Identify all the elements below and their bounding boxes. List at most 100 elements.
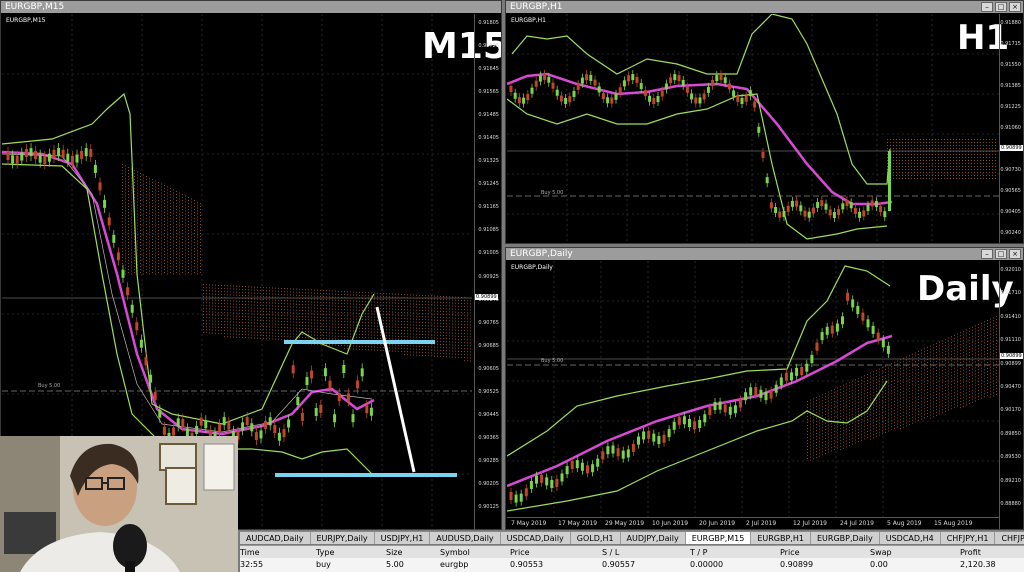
ichimoku-cloud-dot xyxy=(194,251,195,252)
ichimoku-cloud-dot xyxy=(359,333,360,335)
ichimoku-cloud-dot xyxy=(185,213,186,215)
ichimoku-cloud-dot xyxy=(188,266,189,267)
ichimoku-cloud-dot xyxy=(921,349,922,351)
ichimoku-cloud-dot xyxy=(149,192,150,194)
ichimoku-cloud-dot xyxy=(182,233,183,234)
ichimoku-cloud-dot xyxy=(122,227,123,228)
close-icon[interactable]: × xyxy=(1009,249,1021,259)
ichimoku-cloud-dot xyxy=(236,285,237,287)
ichimoku-cloud-dot xyxy=(332,299,333,301)
ichimoku-cloud-dot xyxy=(930,411,931,413)
ichimoku-cloud-dot xyxy=(389,344,390,346)
ichimoku-cloud-dot xyxy=(152,236,153,237)
ichimoku-cloud-dot xyxy=(185,228,186,230)
ichimoku-cloud-dot xyxy=(893,139,894,140)
ichimoku-cloud-dot xyxy=(200,257,201,258)
window-titlebar[interactable]: EURGBP,Daily – □ × xyxy=(506,248,1023,260)
maximize-icon[interactable]: □ xyxy=(995,249,1007,259)
ichimoku-cloud-dot xyxy=(861,421,862,423)
ichimoku-cloud-dot xyxy=(143,228,144,230)
ichimoku-cloud-dot xyxy=(128,200,129,201)
ichimoku-cloud-dot xyxy=(966,341,967,343)
minimize-icon[interactable]: – xyxy=(981,249,993,259)
candle xyxy=(786,205,790,212)
ichimoku-cloud-dot xyxy=(992,154,993,155)
ichimoku-cloud-dot xyxy=(182,218,183,219)
chart-plot[interactable]: EURGBP,H1 H1 0.91880 0.91715 0.91550 0.9138… xyxy=(507,14,1023,243)
ichimoku-cloud-dot xyxy=(266,317,267,319)
price-tick: 0.91005 xyxy=(478,250,499,257)
ichimoku-cloud-dot xyxy=(221,302,222,304)
ichimoku-cloud-dot xyxy=(431,319,432,321)
ichimoku-cloud-dot xyxy=(365,337,366,339)
close-icon[interactable]: × xyxy=(1009,2,1021,12)
chart-window-h1[interactable]: EURGBP,H1 – □ × EURGBP,H1 H1 0.91880 0.9171… xyxy=(505,0,1024,244)
window-titlebar[interactable]: EURGBP,H1 – □ × xyxy=(506,1,1023,13)
price-tick: 0.90205 xyxy=(478,480,499,487)
chart-window-daily[interactable]: EURGBP,Daily – □ × EURGBP,Daily Daily 0.92… xyxy=(505,247,1024,530)
candle xyxy=(356,380,360,389)
ichimoku-cloud-dot xyxy=(882,412,883,414)
ichimoku-cloud-dot xyxy=(905,163,906,164)
ichimoku-cloud-dot xyxy=(401,344,402,346)
ichimoku-cloud-dot xyxy=(924,384,925,386)
ichimoku-cloud-dot xyxy=(185,207,186,209)
ichimoku-cloud-dot xyxy=(254,325,255,327)
ichimoku-cloud-dot xyxy=(909,379,910,381)
ichimoku-cloud-dot xyxy=(822,454,823,456)
ichimoku-cloud-dot xyxy=(326,290,327,292)
ichimoku-cloud-dot xyxy=(158,230,159,231)
ichimoku-cloud-dot xyxy=(194,230,195,231)
ichimoku-cloud-dot xyxy=(140,209,141,210)
ichimoku-cloud-dot xyxy=(965,163,966,164)
ichimoku-cloud-dot xyxy=(849,415,850,417)
ichimoku-cloud-dot xyxy=(239,327,240,329)
ichimoku-cloud-dot xyxy=(398,323,399,325)
ichimoku-cloud-dot xyxy=(981,334,982,336)
chart-plot[interactable]: EURGBP,Daily Daily 0.92010 0.91710 0.91410… xyxy=(507,261,1023,529)
ichimoku-cloud-dot xyxy=(929,175,930,176)
ichimoku-cloud-dot xyxy=(428,295,429,297)
ichimoku-cloud-dot xyxy=(185,237,186,239)
ichimoku-cloud-dot xyxy=(197,207,198,209)
ichimoku-cloud-dot xyxy=(951,387,952,389)
ichimoku-cloud-dot xyxy=(452,305,453,307)
ichimoku-cloud-dot xyxy=(332,335,333,337)
ichimoku-cloud-dot xyxy=(954,346,955,348)
ichimoku-cloud-dot xyxy=(852,416,853,418)
ichimoku-cloud-dot xyxy=(956,160,957,161)
candle xyxy=(888,151,891,211)
ichimoku-cloud-dot xyxy=(140,236,141,237)
ichimoku-cloud-dot xyxy=(359,291,360,293)
ichimoku-cloud-dot xyxy=(888,364,889,366)
ichimoku-cloud-dot xyxy=(197,219,198,221)
ichimoku-cloud-dot xyxy=(320,298,321,300)
ichimoku-cloud-dot xyxy=(930,366,931,368)
ichimoku-cloud-dot xyxy=(308,292,309,294)
ichimoku-cloud-dot xyxy=(146,263,147,264)
ichimoku-cloud-dot xyxy=(242,337,243,338)
ichimoku-cloud-dot xyxy=(890,142,891,143)
maximize-icon[interactable]: □ xyxy=(995,2,1007,12)
ichimoku-cloud-dot xyxy=(218,308,219,310)
ichimoku-cloud-dot xyxy=(179,252,180,254)
ichimoku-cloud-dot xyxy=(885,413,886,415)
minimize-icon[interactable]: – xyxy=(981,2,993,12)
ichimoku-cloud-dot xyxy=(837,393,838,395)
ichimoku-cloud-dot xyxy=(951,378,952,380)
ichimoku-cloud-dot xyxy=(966,344,967,346)
ichimoku-cloud-dot xyxy=(837,396,838,398)
ichimoku-cloud-dot xyxy=(920,139,921,140)
window-titlebar[interactable]: EURGBP,M15 xyxy=(1,1,501,13)
ichimoku-cloud-dot xyxy=(131,189,132,191)
ichimoku-cloud-dot xyxy=(933,377,934,379)
ichimoku-cloud-dot xyxy=(918,384,919,386)
ichimoku-cloud-dot xyxy=(293,306,294,308)
ichimoku-cloud-dot xyxy=(953,145,954,146)
ichimoku-cloud-dot xyxy=(224,294,225,296)
ichimoku-cloud-dot xyxy=(458,341,459,343)
ichimoku-cloud-dot xyxy=(374,349,375,351)
ichimoku-cloud-dot xyxy=(368,298,369,300)
ichimoku-cloud-dot xyxy=(978,399,979,401)
ichimoku-cloud-dot xyxy=(810,423,811,425)
